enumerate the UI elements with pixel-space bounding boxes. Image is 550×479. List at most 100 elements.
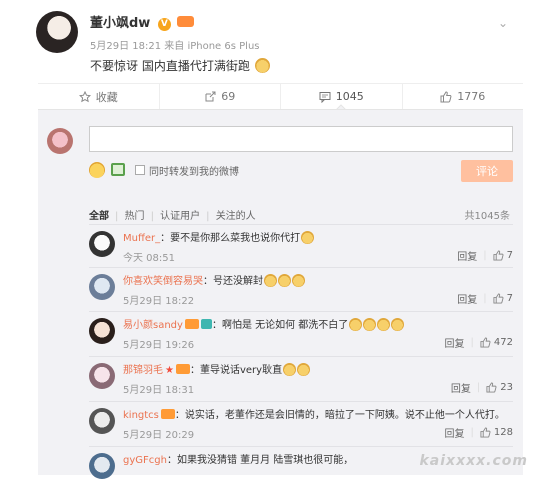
- comment-text: Muffer_：要不是你那么菜我也说你代打: [123, 229, 314, 244]
- filter-divider: |: [206, 211, 209, 222]
- reply-button[interactable]: 回复: [445, 425, 465, 440]
- doge-emoji-icon: [301, 231, 314, 244]
- commenter-avatar[interactable]: [89, 318, 115, 344]
- post-text: 不要惊讶 国内直播代打满街跑: [90, 57, 270, 74]
- post-source: 来自 iPhone 6s Plus: [164, 41, 259, 52]
- repost-button[interactable]: 69: [160, 84, 282, 109]
- current-user-avatar: [47, 128, 73, 154]
- weibo-post: 董小飒dw V 5月29日 18:21 来自 iPhone 6s Plus 不要…: [0, 0, 550, 83]
- filter-divider: |: [151, 211, 154, 222]
- comment-time: 今天 08:51: [123, 249, 175, 264]
- comment-panel: 同时转发到我的微博 评论 全部 | 热门 | 认证用户 | 关注的人 共1045条 M…: [38, 109, 523, 475]
- comment-ops: 回复 | 472: [445, 335, 513, 350]
- commenter-name[interactable]: 那锦羽毛: [123, 365, 163, 376]
- favorite-button[interactable]: 收藏: [38, 84, 160, 109]
- comment-button[interactable]: 1045: [281, 84, 403, 109]
- filter-following[interactable]: 关注的人: [216, 211, 256, 222]
- comment-item: Muffer_：要不是你那么菜我也说你代打 今天 08:51 回复 | 7: [89, 224, 513, 264]
- comment-filters: 全部 | 热门 | 认证用户 | 关注的人 共1045条: [89, 207, 513, 223]
- doge-emoji-icon: [283, 363, 296, 376]
- doge-emoji-icon: [278, 274, 291, 287]
- reply-button[interactable]: 回复: [457, 248, 477, 263]
- author-avatar[interactable]: [36, 11, 78, 53]
- comment-input[interactable]: [89, 126, 513, 152]
- ops-divider: |: [483, 250, 486, 261]
- star-badge-icon: ★: [165, 365, 174, 376]
- reply-button[interactable]: 回复: [445, 335, 465, 350]
- comment-like-count: 7: [507, 293, 513, 304]
- emoji-icon: [391, 318, 404, 331]
- commenter-avatar[interactable]: [89, 231, 115, 257]
- emoji-picker-icon[interactable]: [89, 162, 105, 178]
- like-icon[interactable]: [480, 337, 491, 348]
- doge-emoji-icon: [292, 274, 305, 287]
- comment-like-count: 23: [500, 382, 513, 393]
- like-icon[interactable]: [480, 427, 491, 438]
- member-badge-icon: [161, 409, 175, 419]
- comment-count: 1045: [336, 90, 364, 103]
- like-icon[interactable]: [486, 382, 497, 393]
- filter-hot[interactable]: 热门: [125, 211, 145, 222]
- favorite-label: 收藏: [96, 89, 118, 105]
- like-icon[interactable]: [493, 293, 504, 304]
- share-icon: [204, 91, 216, 103]
- commenter-avatar[interactable]: [89, 408, 115, 434]
- comment-text: 那锦羽毛★：董导说话very耿直: [123, 361, 310, 376]
- comment-text: kingtcs ：说实话，老董作还是会旧情的，暗拉了一下阿姨。说不止他一个人代打。: [123, 406, 505, 421]
- ops-divider: |: [471, 337, 474, 348]
- also-repost-label[interactable]: 同时转发到我的微博: [149, 163, 239, 178]
- filter-divider: |: [115, 211, 118, 222]
- like-count: 1776: [457, 90, 485, 103]
- reply-button[interactable]: 回复: [451, 380, 471, 395]
- comment-like-count: 7: [507, 250, 513, 261]
- commenter-avatar[interactable]: [89, 453, 115, 479]
- reply-button[interactable]: 回复: [457, 291, 477, 306]
- like-button[interactable]: 1776: [403, 84, 524, 109]
- author-name[interactable]: 董小飒dw: [90, 12, 150, 31]
- post-text-content: 不要惊讶 国内直播代打满街跑: [90, 59, 250, 73]
- filter-verified[interactable]: 认证用户: [160, 211, 200, 222]
- comment-total: 共1045条: [465, 207, 510, 222]
- action-bar: 收藏 69 1045 1776: [38, 83, 523, 109]
- post-time[interactable]: 5月29日 18:21: [90, 41, 161, 52]
- commenter-avatar[interactable]: [89, 274, 115, 300]
- comment-item: 你喜欢笑倒容易哭：号还没解封 5月29日 18:22 回复| 7: [89, 267, 513, 307]
- commenter-name[interactable]: kingtcs: [123, 410, 159, 421]
- comment-item: kingtcs ：说实话，老董作还是会旧情的，暗拉了一下阿姨。说不止他一个人代打。…: [89, 401, 513, 441]
- composer-toolbar: 同时转发到我的微博 评论: [89, 160, 513, 182]
- repost-count: 69: [221, 90, 235, 103]
- comment-like-count: 472: [494, 337, 513, 348]
- commenter-name[interactable]: Muffer_: [123, 233, 160, 244]
- commenter-name[interactable]: 你喜欢笑倒容易哭: [123, 276, 203, 287]
- comment-text: 你喜欢笑倒容易哭：号还没解封: [123, 272, 305, 287]
- comment-body: ：如果我没猜错 董月月 陆雪琪也很可能，: [167, 455, 353, 466]
- filter-all[interactable]: 全部: [89, 211, 109, 222]
- comment-text: 易小颜sandy ：啊怕是 无论如何 都洗不白了: [123, 316, 404, 331]
- comment-ops: 回复 | 128: [445, 425, 513, 440]
- comment-body: ：说实话，老董作还是会旧情的，暗拉了一下阿姨。说不止他一个人代打。: [175, 410, 505, 421]
- commenter-avatar[interactable]: [89, 363, 115, 389]
- emoji-icon: [377, 318, 390, 331]
- comment-time: 5月29日 20:29: [123, 426, 194, 441]
- camera-badge-icon: [201, 319, 212, 329]
- doge-emoji-icon: [255, 58, 270, 73]
- comment-icon: [319, 91, 331, 103]
- comment-like-count: 128: [494, 427, 513, 438]
- commenter-name[interactable]: 易小颜sandy: [123, 320, 183, 331]
- also-repost-checkbox[interactable]: [135, 165, 145, 175]
- submit-comment-button[interactable]: 评论: [461, 160, 513, 182]
- like-icon: [440, 91, 452, 103]
- post-header: 董小飒dw V 5月29日 18:21 来自 iPhone 6s Plus 不要…: [90, 12, 270, 74]
- ops-divider: |: [477, 382, 480, 393]
- member-badge-icon: [176, 364, 190, 374]
- ops-divider: |: [471, 427, 474, 438]
- chevron-down-icon[interactable]: ⌄: [498, 16, 508, 30]
- comment-body: ：啊怕是 无论如何 都洗不白了: [212, 320, 348, 331]
- commenter-name[interactable]: gyGFcgh: [123, 455, 167, 466]
- comment-time: 5月29日 19:26: [123, 336, 194, 351]
- like-icon[interactable]: [493, 250, 504, 261]
- image-upload-icon[interactable]: [111, 163, 125, 176]
- member-badge-icon: [185, 319, 199, 329]
- comment-item: 那锦羽毛★：董导说话very耿直 5月29日 18:31 回复| 23: [89, 356, 513, 396]
- comment-body: ：要不是你那么菜我也说你代打: [160, 233, 300, 244]
